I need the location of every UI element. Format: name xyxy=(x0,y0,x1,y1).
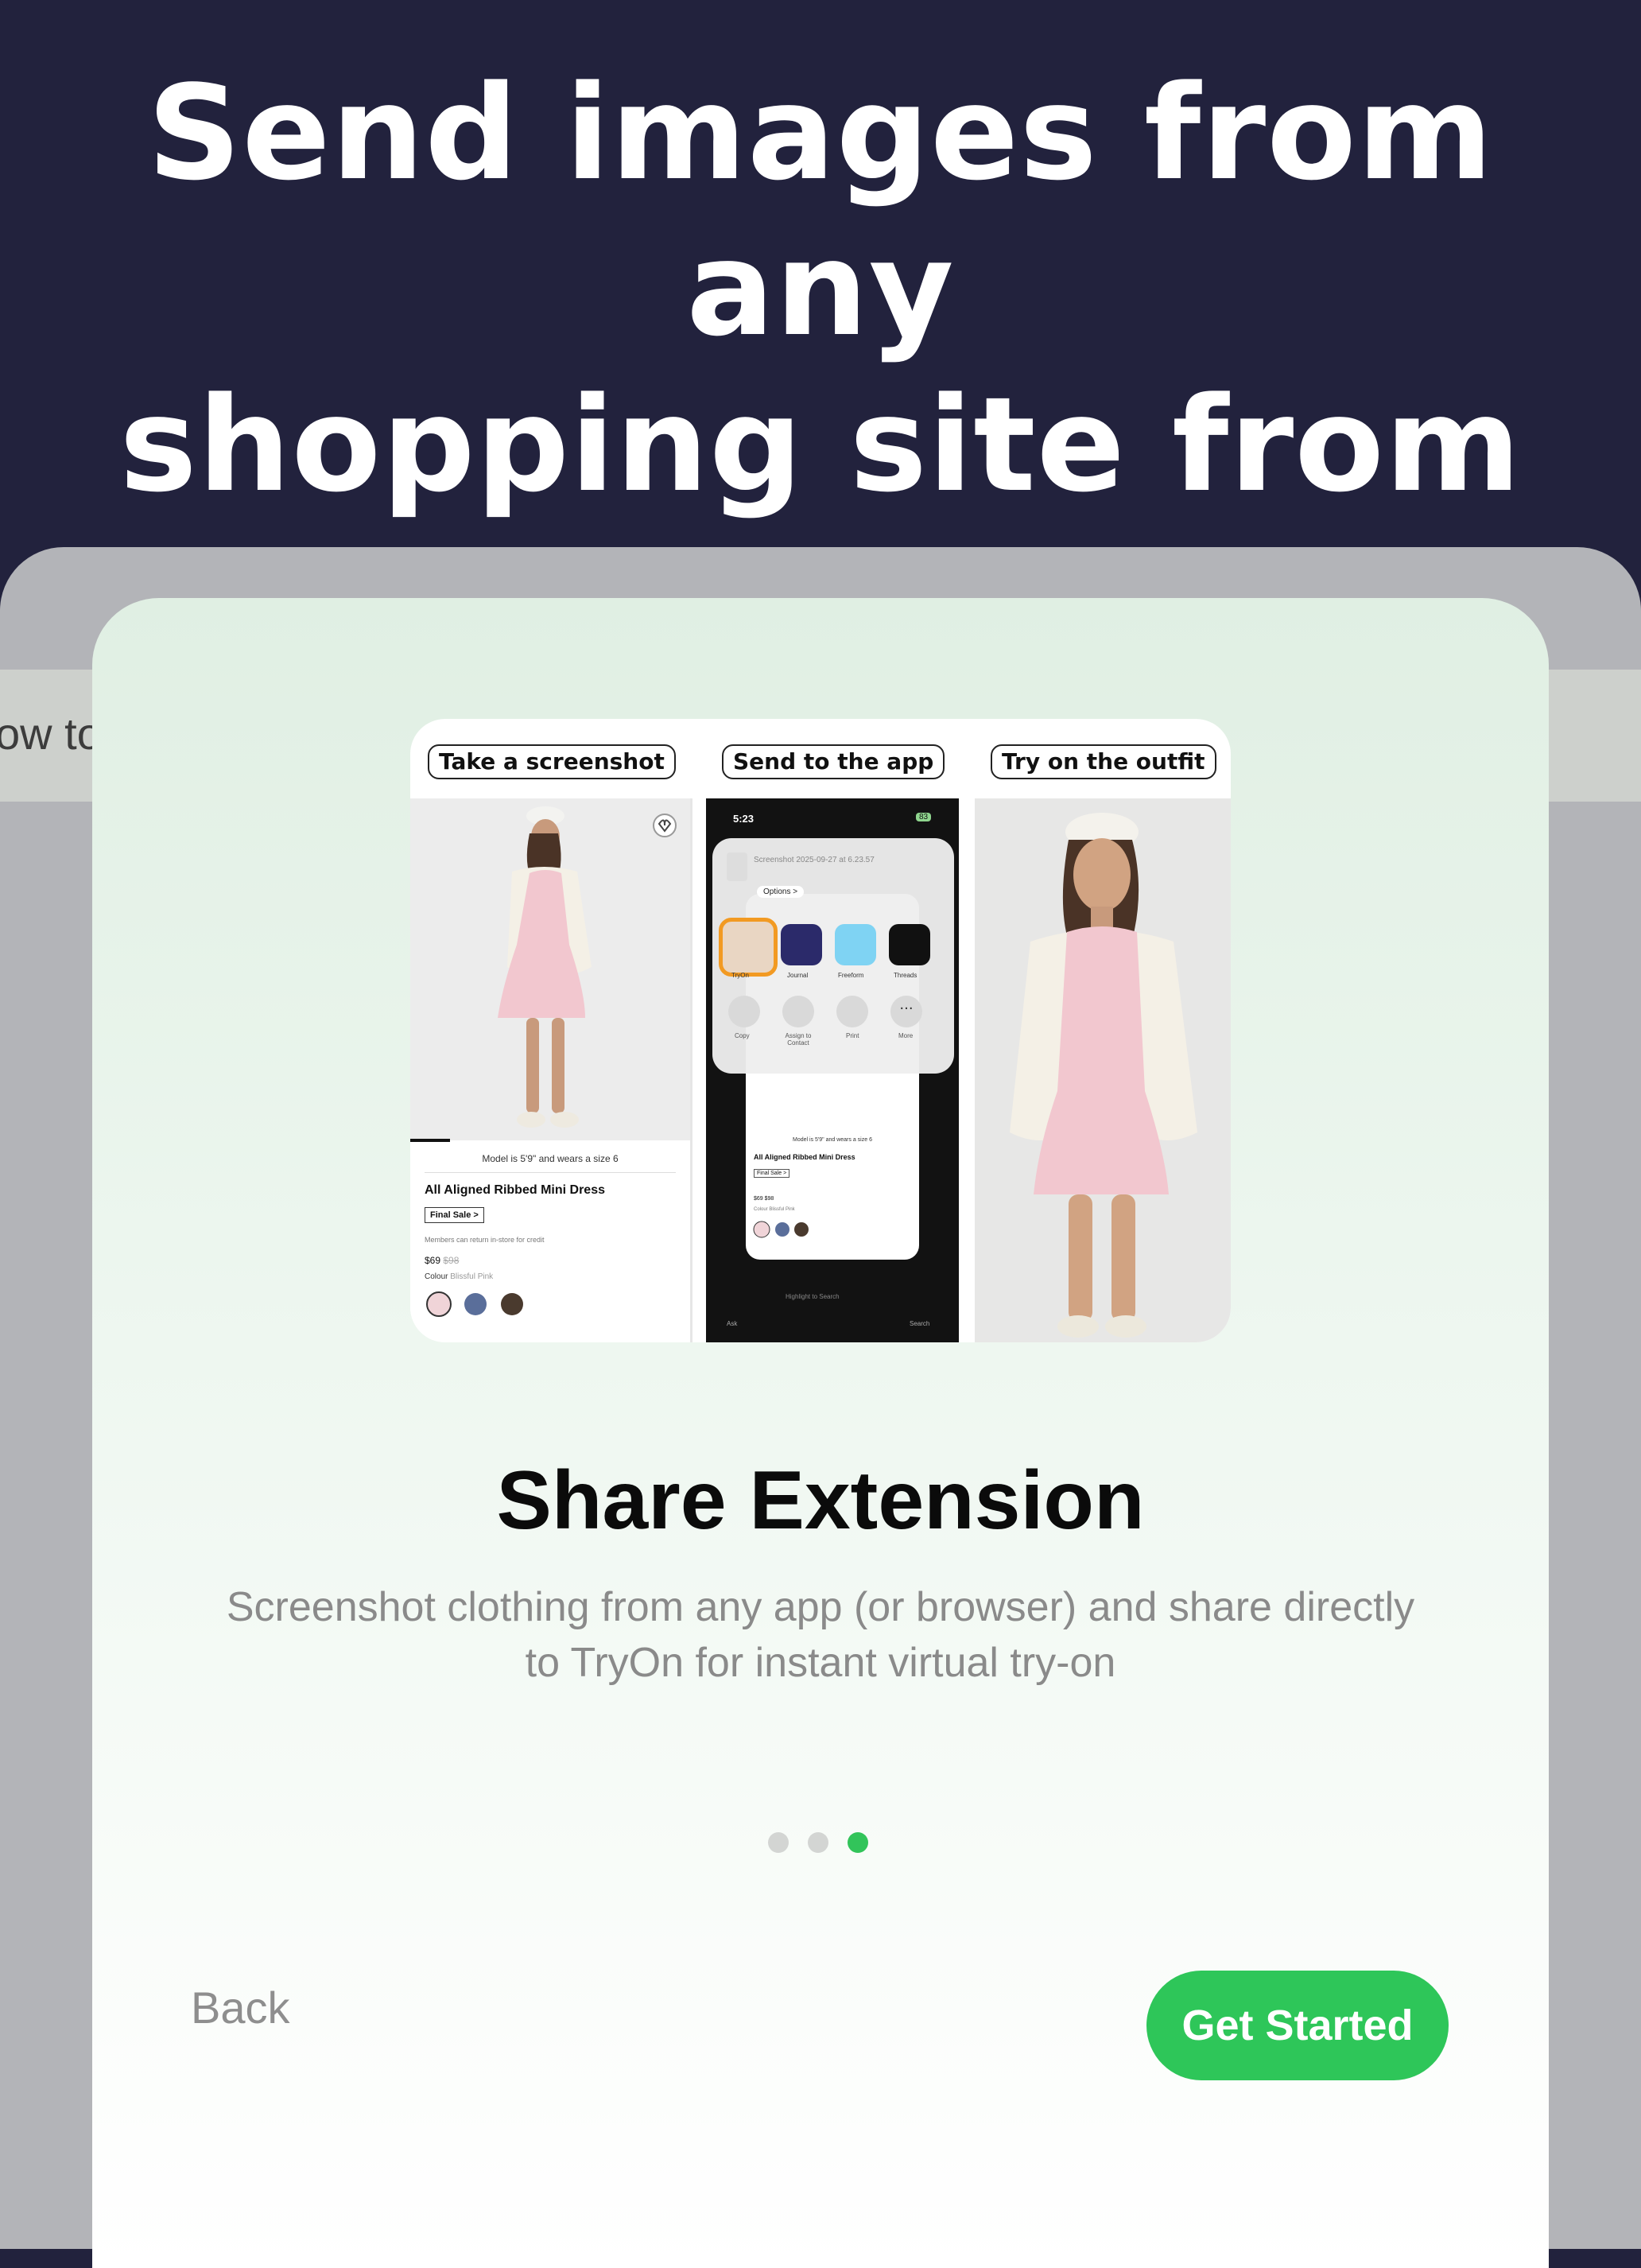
step-label-screenshot: Take a screenshot xyxy=(428,744,676,779)
mini-model-note: Model is 5'9" and wears a size 6 xyxy=(793,1137,872,1143)
file-name: Screenshot 2025-09-27 at 6.23.57 xyxy=(754,856,875,864)
page-dot-1[interactable] xyxy=(768,1832,789,1853)
try-on-model-illustration xyxy=(1010,813,1197,1338)
colour-label: Colour xyxy=(425,1272,448,1281)
swatch-brown xyxy=(501,1293,523,1315)
background-partial-text: ow to xyxy=(0,709,102,759)
swatch-blue xyxy=(464,1293,487,1315)
status-time: 5:23 xyxy=(733,813,755,825)
more-icon[interactable]: ··· xyxy=(890,996,922,1027)
back-button[interactable]: Back xyxy=(191,1982,290,2033)
action-label-print: Print xyxy=(846,1032,859,1039)
card-title: Share Extension xyxy=(496,1454,1145,1547)
mini-badge: Final Sale > xyxy=(754,1169,790,1178)
ask-label[interactable]: Ask xyxy=(727,1320,737,1327)
step-label-send: Send to the app xyxy=(722,744,945,779)
get-started-button[interactable]: Get Started xyxy=(1146,1971,1449,2080)
tryon-app-icon[interactable] xyxy=(719,918,778,977)
copy-icon[interactable] xyxy=(728,996,760,1027)
options-button[interactable]: Options > xyxy=(757,886,805,898)
current-price: $69 xyxy=(425,1255,441,1266)
return-note: Members can return in-store for credit xyxy=(425,1236,545,1244)
contact-icon[interactable] xyxy=(782,996,814,1027)
headline-line-1: Send images from any xyxy=(147,57,1494,365)
card-description-line-2: to TryOn for instant virtual try-on xyxy=(525,1640,1116,1686)
try-on-result xyxy=(975,798,1231,1342)
share-sheet: Screenshot 2025-09-27 at 6.23.57 Options… xyxy=(712,838,954,1074)
mini-price: $69 $98 xyxy=(754,1196,774,1202)
action-label-copy: Copy xyxy=(735,1032,750,1039)
app-label-freeform: Freeform xyxy=(838,972,864,979)
image-progress xyxy=(410,1139,450,1142)
mini-swatches xyxy=(753,1221,809,1238)
model-illustration xyxy=(498,806,677,1128)
action-label-contact: Assign to Contact xyxy=(785,1032,812,1047)
share-extension-preview: Take a screenshot Send to the app Try on… xyxy=(410,719,1231,1342)
highlight-search-label[interactable]: Highlight to Search xyxy=(786,1293,840,1300)
product-page-screenshot: Model is 5'9" and wears a size 6 All Ali… xyxy=(410,798,692,1342)
app-label-journal: Journal xyxy=(787,972,809,979)
onboarding-card: Take a screenshot Send to the app Try on… xyxy=(92,598,1549,2268)
colour-swatches xyxy=(426,1291,523,1317)
product-name: All Aligned Ribbed Mini Dress xyxy=(425,1183,605,1197)
search-label[interactable]: Search xyxy=(910,1320,929,1327)
card-description-line-1: Screenshot clothing from any app (or bro… xyxy=(226,1584,1415,1630)
threads-app-icon[interactable] xyxy=(889,924,930,965)
colour-value: Blissful Pink xyxy=(450,1272,494,1281)
status-battery: 83 xyxy=(916,813,932,821)
card-description: Screenshot clothing from any app (or bro… xyxy=(188,1579,1453,1691)
page-dot-3-active[interactable] xyxy=(848,1832,868,1853)
product-photo xyxy=(410,798,690,1140)
file-thumbnail xyxy=(727,852,747,881)
page-dot-2[interactable] xyxy=(808,1832,828,1853)
final-sale-badge: Final Sale > xyxy=(425,1207,484,1223)
colour-row: Colour Blissful Pink xyxy=(425,1272,493,1281)
journal-app-icon[interactable] xyxy=(781,924,822,965)
mini-product-name: All Aligned Ribbed Mini Dress xyxy=(754,1153,855,1161)
mini-colour: Colour Blissful Pink xyxy=(754,1207,795,1212)
freeform-app-icon[interactable] xyxy=(835,924,876,965)
old-price: $98 xyxy=(443,1255,460,1266)
print-icon[interactable] xyxy=(836,996,868,1027)
app-label-threads: Threads xyxy=(894,972,917,979)
share-sheet-screenshot: 5:23 83 Screenshot 2025-09-27 at 6.23.57… xyxy=(706,798,959,1342)
action-label-more: More xyxy=(898,1032,914,1039)
app-label-tryon: TryOn xyxy=(731,972,749,979)
price: $69 $98 xyxy=(425,1255,459,1266)
swatch-pink xyxy=(426,1291,452,1317)
step-label-try-on: Try on the outfit xyxy=(991,744,1216,779)
model-note: Model is 5'9" and wears a size 6 xyxy=(482,1153,619,1164)
divider xyxy=(425,1172,676,1173)
